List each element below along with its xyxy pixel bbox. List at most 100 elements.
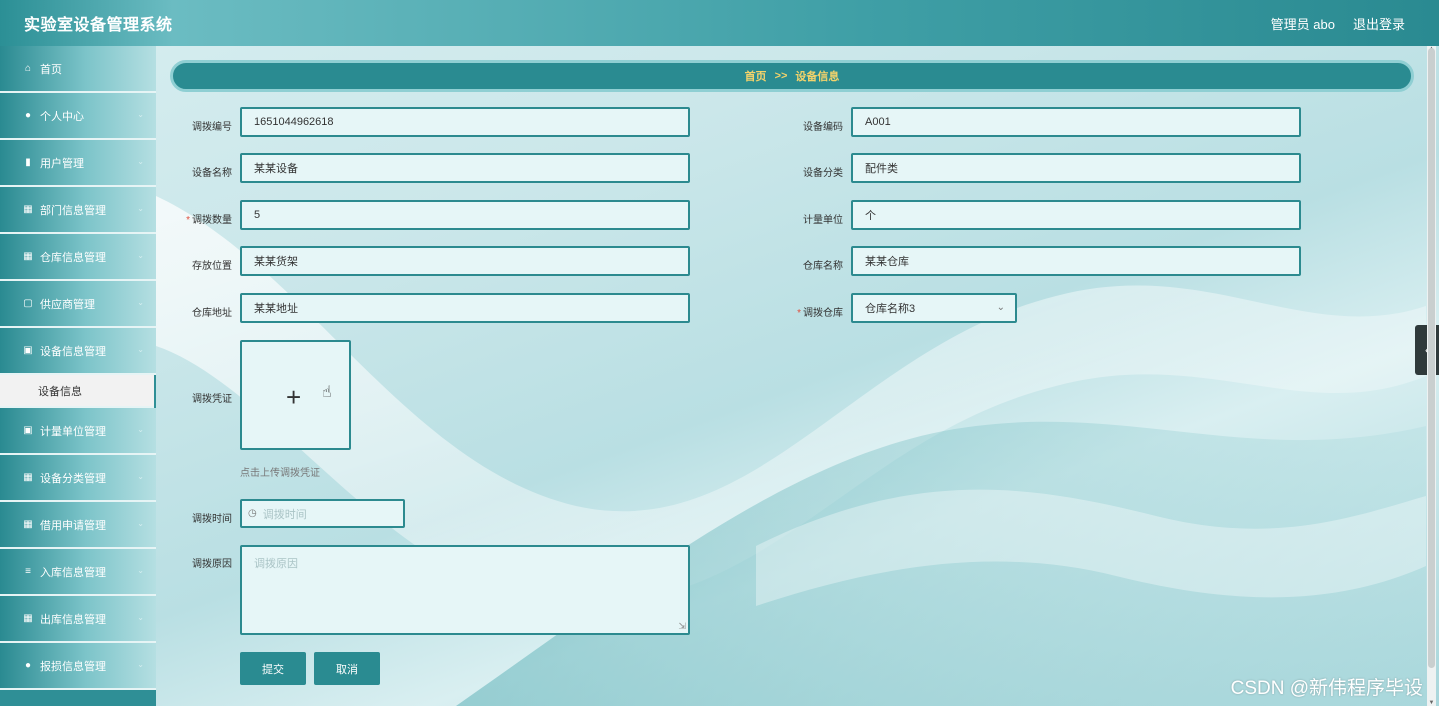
warehouse-name-field[interactable]: 某某仓库	[851, 246, 1301, 276]
chevron-down-icon: ⌄	[137, 204, 144, 213]
warehouse-address-label: 仓库地址	[192, 308, 232, 319]
sidebar-item-supplier[interactable]: ▢ 供应商管理 ⌄	[0, 281, 156, 328]
user-icon: ●	[24, 660, 32, 671]
top-right-menu: 管理员 abo 退出登录	[1271, 14, 1405, 33]
location-field[interactable]: 某某货架	[240, 246, 690, 276]
bar-chart-icon: ▮	[25, 157, 31, 168]
sidebar-item-label: 设备信息管理	[40, 345, 106, 358]
sidebar-item-label: 供应商管理	[40, 298, 95, 311]
sidebar-item-warehouse[interactable]: ▦ 仓库信息管理 ⌄	[0, 234, 156, 281]
breadcrumb-current: 设备信息	[795, 71, 840, 83]
target-warehouse-value: 仓库名称3	[865, 303, 916, 315]
transfer-reason-placeholder: 调拨原因	[254, 558, 298, 570]
user-icon: ●	[24, 110, 32, 121]
user-label: 管理员 abo	[1270, 16, 1335, 32]
resize-handle-icon[interactable]: ⇲	[678, 621, 686, 632]
warehouse-name-label: 仓库名称	[803, 261, 843, 272]
scroll-down-icon[interactable]: ▼	[1427, 700, 1436, 706]
transfer-reason-textarea[interactable]: 调拨原因 ⇲	[240, 545, 690, 635]
sidebar-item-damage[interactable]: ● 报损信息管理 ⌄	[0, 643, 156, 690]
voucher-label: 调拨凭证	[192, 394, 232, 405]
device-name-field[interactable]: 某某设备	[240, 153, 690, 183]
sidebar-item-label: 借用申请管理	[40, 519, 106, 532]
sidebar-item-unit[interactable]: ▣ 计量单位管理 ⌄	[0, 408, 156, 455]
warehouse-address-field[interactable]: 某某地址	[240, 293, 690, 323]
clipboard-icon: ▣	[23, 425, 33, 436]
chevron-down-icon: ⌄	[137, 425, 144, 434]
chevron-down-icon: ⌄	[137, 298, 144, 307]
breadcrumb-separator: >>	[774, 70, 788, 82]
main-content: 首页 >> 设备信息 调拨编号 1651044962618 设备编码 A001 …	[156, 46, 1426, 706]
device-name-label: 设备名称	[192, 168, 232, 179]
device-category-field[interactable]: 配件类	[851, 153, 1301, 183]
home-icon: ⌂	[24, 63, 32, 74]
top-bar: 实验室设备管理系统 管理员 abo 退出登录	[0, 0, 1439, 46]
clipboard-icon: ▣	[23, 345, 33, 356]
required-mark: *	[186, 215, 190, 226]
plus-icon: +	[286, 382, 302, 412]
sidebar-item-label: 用户管理	[40, 157, 84, 170]
sidebar-item-label: 部门信息管理	[40, 204, 106, 217]
table-icon: ▦	[23, 613, 33, 624]
chevron-down-icon: ⌄	[137, 519, 144, 528]
list-icon: ≡	[25, 566, 31, 577]
sidebar-item-personal-center[interactable]: ● 个人中心 ⌄	[0, 93, 156, 140]
transfer-time-placeholder: 调拨时间	[262, 508, 307, 521]
chevron-down-icon: ⌄	[137, 613, 144, 622]
chevron-down-icon: ⌄	[996, 302, 1005, 313]
unit-label: 计量单位	[803, 215, 843, 226]
sidebar-item-label: 个人中心	[40, 110, 84, 123]
sidebar-item-label: 报损信息管理	[40, 660, 106, 673]
sidebar-item-label: 首页	[40, 63, 62, 76]
sidebar-item-user-management[interactable]: ▮ 用户管理 ⌄	[0, 140, 156, 187]
sidebar-item-device-category[interactable]: ▦ 设备分类管理 ⌄	[0, 455, 156, 502]
breadcrumb-home[interactable]: 首页	[745, 68, 767, 84]
transfer-qty-label-text: 调拨数量	[192, 215, 232, 226]
sidebar-item-label: 入库信息管理	[40, 566, 106, 579]
transfer-time-field[interactable]: ◷ 调拨时间	[240, 499, 405, 528]
transfer-no-label: 调拨编号	[192, 122, 232, 133]
sidebar: ⌂ 首页 ● 个人中心 ⌄ ▮ 用户管理 ⌄ ▦ 部门信息管理 ⌄ ▦ 仓库信息…	[0, 46, 156, 706]
sidebar-item-stock-in[interactable]: ≡ 入库信息管理 ⌄	[0, 549, 156, 596]
target-warehouse-label: * 调拨仓库	[767, 304, 843, 319]
chevron-down-icon: ⌄	[137, 157, 144, 166]
required-mark: *	[797, 308, 801, 319]
chevron-down-icon: ⌄	[137, 345, 144, 354]
transfer-time-label: 调拨时间	[192, 514, 232, 525]
target-warehouse-label-text: 调拨仓库	[803, 308, 843, 319]
sidebar-item-borrow[interactable]: ▦ 借用申请管理 ⌄	[0, 502, 156, 549]
briefcase-icon: ▢	[23, 298, 33, 309]
transfer-qty-field[interactable]: 5	[240, 200, 690, 230]
grid-icon: ▦	[23, 251, 33, 262]
sidebar-item-home[interactable]: ⌂ 首页	[0, 46, 156, 93]
sidebar-item-label: 仓库信息管理	[40, 251, 106, 264]
target-warehouse-select[interactable]: 仓库名称3 ⌄	[851, 293, 1017, 323]
cancel-button[interactable]: 取消	[314, 652, 380, 685]
transfer-qty-label: * 调拨数量	[156, 211, 232, 226]
sidebar-item-department[interactable]: ▦ 部门信息管理 ⌄	[0, 187, 156, 234]
breadcrumb: 首页 >> 设备信息	[170, 60, 1414, 92]
watermark: CSDN @新伟程序毕设	[1230, 678, 1423, 699]
scrollbar-thumb[interactable]	[1428, 48, 1435, 668]
transfer-no-field[interactable]: 1651044962618	[240, 107, 690, 137]
sidebar-subitem-device-info[interactable]: 设备信息	[0, 375, 154, 408]
pointer-cursor-icon: ☝	[322, 384, 332, 401]
logout-link[interactable]: 退出登录	[1353, 14, 1405, 33]
vertical-scrollbar[interactable]: ▲ ▼	[1427, 46, 1436, 706]
chevron-down-icon: ⌄	[137, 472, 144, 481]
device-code-label: 设备编码	[803, 122, 843, 133]
unit-field[interactable]: 个	[851, 200, 1301, 230]
sidebar-item-label: 设备分类管理	[40, 472, 106, 485]
voucher-hint: 点击上传调拨凭证	[240, 468, 320, 479]
sidebar-item-device-info[interactable]: ▣ 设备信息管理 ⌄	[0, 328, 156, 375]
grid-icon: ▦	[23, 204, 33, 215]
app-title: 实验室设备管理系统	[24, 17, 173, 34]
grid-icon: ▦	[23, 472, 33, 483]
transfer-reason-label: 调拨原因	[192, 559, 232, 570]
sidebar-item-stock-out[interactable]: ▦ 出库信息管理 ⌄	[0, 596, 156, 643]
submit-button[interactable]: 提交	[240, 652, 306, 685]
device-code-field[interactable]: A001	[851, 107, 1301, 137]
location-label: 存放位置	[192, 261, 232, 272]
voucher-upload[interactable]: + ☝	[240, 340, 351, 450]
chevron-down-icon: ⌄	[137, 110, 144, 119]
